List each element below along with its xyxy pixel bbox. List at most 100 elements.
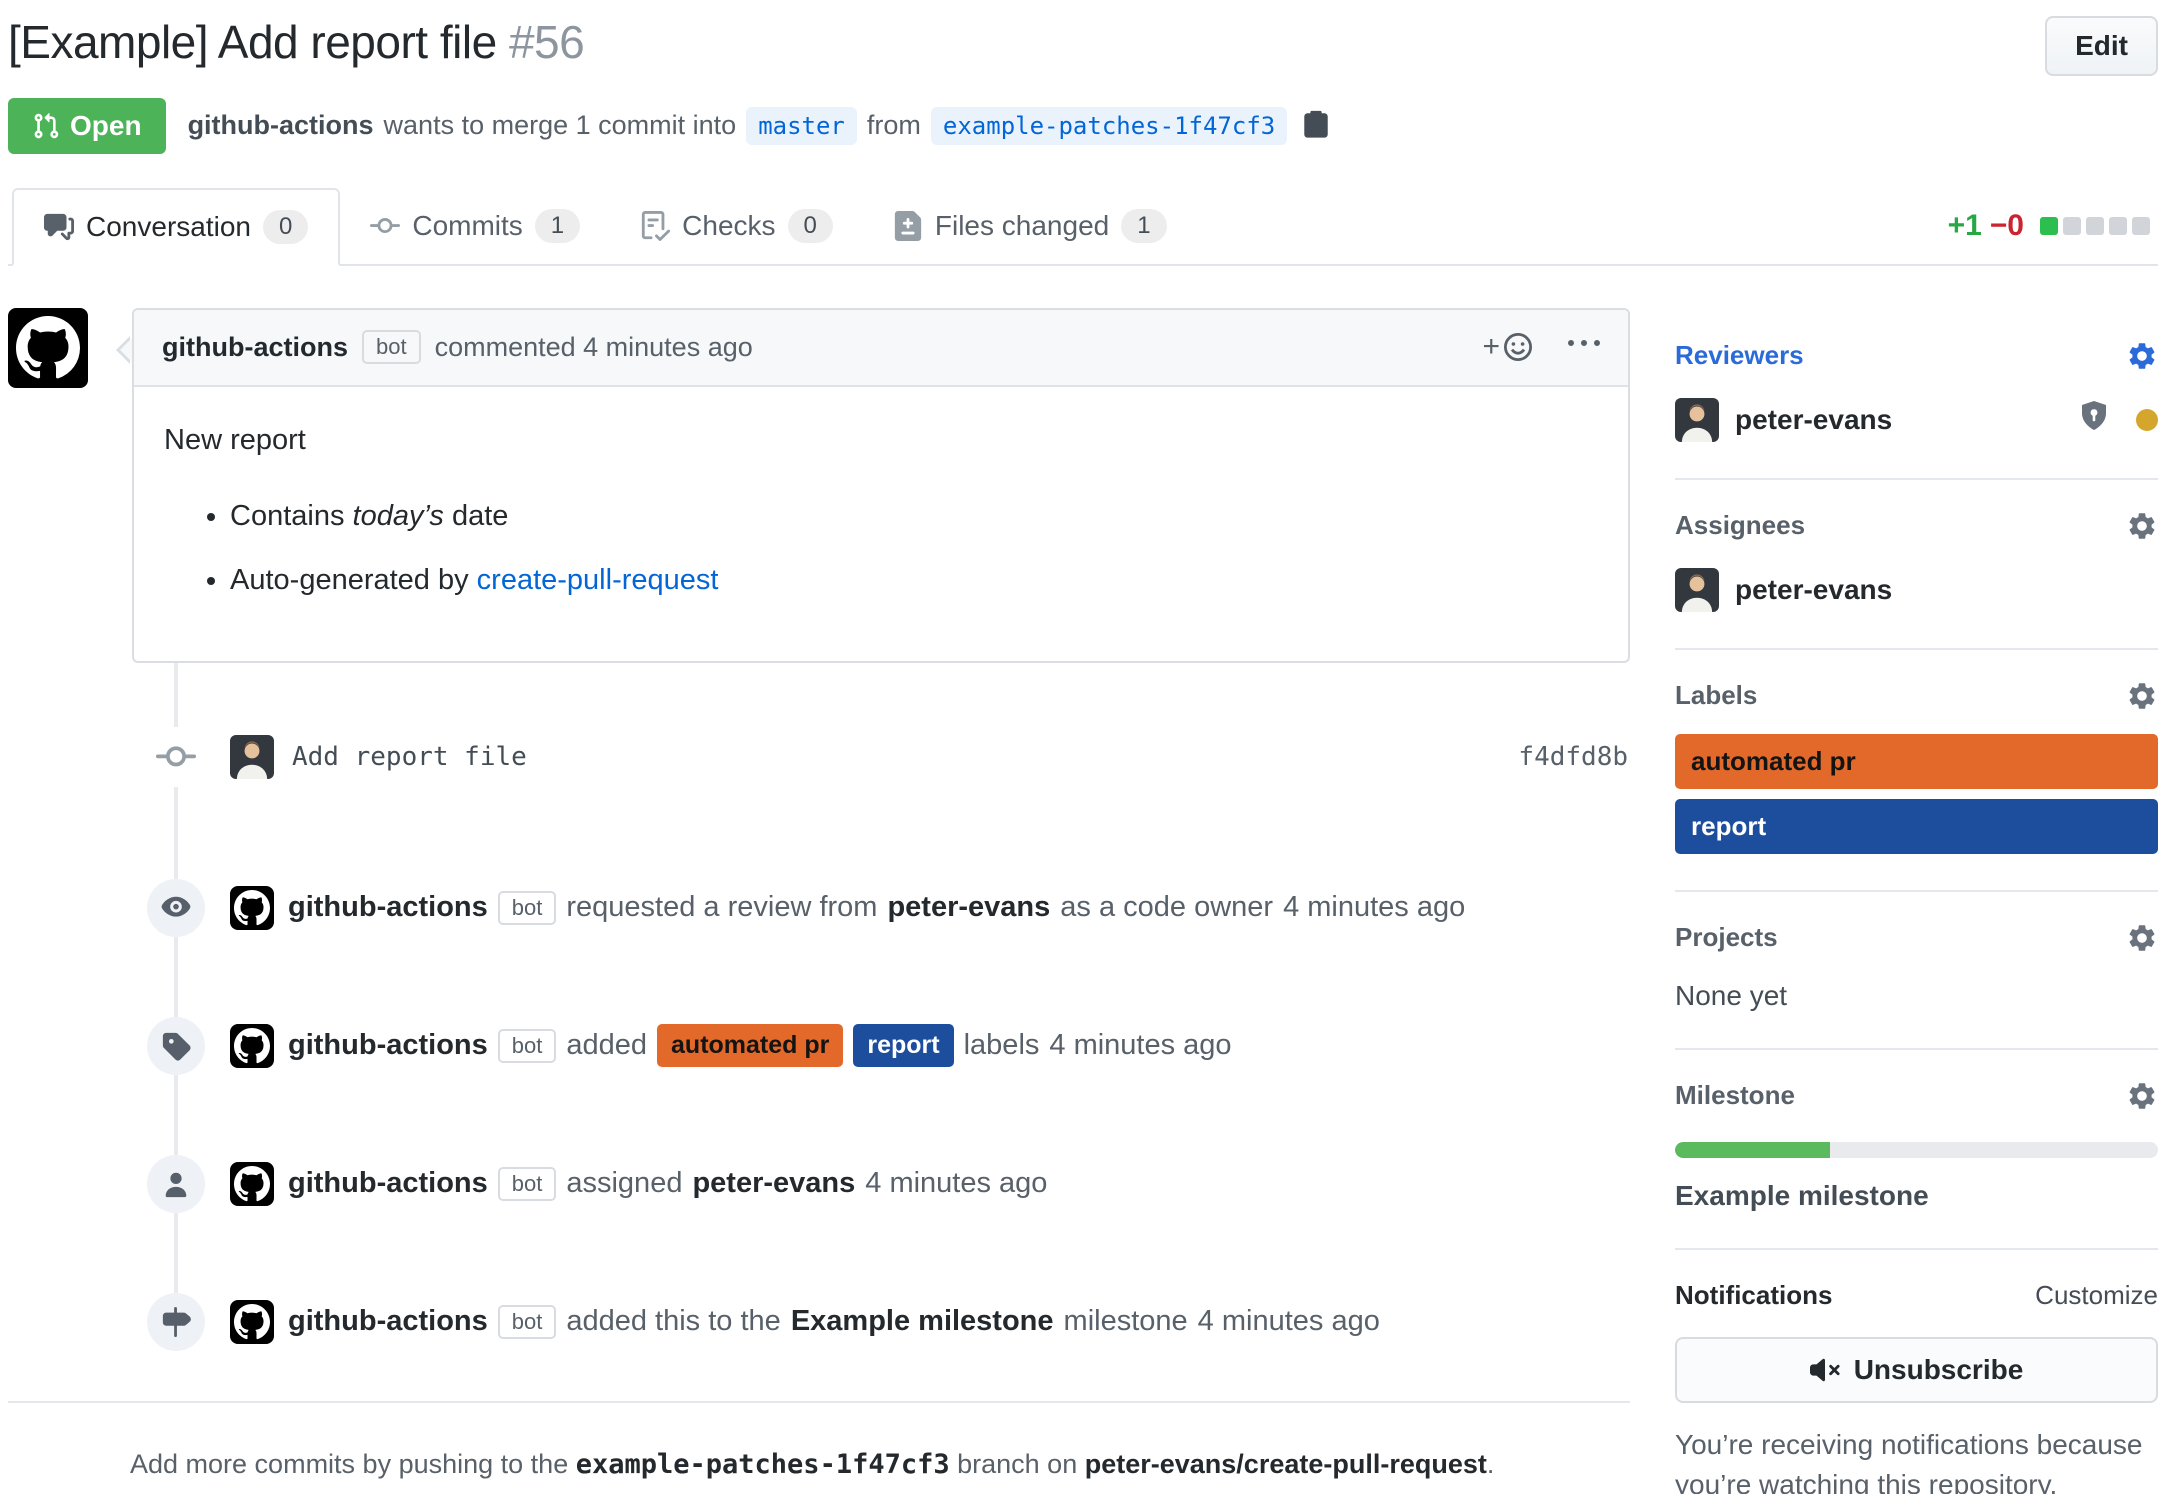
tab-count: 1 — [535, 209, 580, 243]
gear-icon[interactable] — [2126, 680, 2158, 712]
page-title: [Example] Add report file #56 — [8, 14, 1988, 72]
gear-icon[interactable] — [2126, 1080, 2158, 1112]
push-text: branch on — [957, 1449, 1077, 1479]
event-actor[interactable]: github-actions — [288, 1167, 488, 1200]
avatar-peter-evans[interactable] — [230, 735, 274, 779]
commit-sha[interactable]: f4dfd8b — [1518, 742, 1628, 772]
avatar-peter-evans[interactable] — [1675, 398, 1719, 442]
timeline: Add report file f4dfd8b github-actions b… — [8, 663, 1630, 1351]
event-milestoned: github-actions bot added this to the Exa… — [8, 1293, 1630, 1351]
file-diff-icon — [893, 211, 923, 241]
state-label: Open — [70, 110, 142, 142]
event-verb: assigned — [566, 1167, 682, 1200]
tag-icon — [147, 1017, 205, 1075]
issue-comment: github-actions bot commented 4 minutes a… — [8, 308, 1630, 663]
tab-count: 0 — [263, 210, 308, 244]
avatar-github-actions[interactable] — [230, 886, 274, 930]
comment-header: github-actions bot commented 4 minutes a… — [134, 310, 1628, 387]
gear-icon[interactable] — [2126, 340, 2158, 372]
push-repo-name: peter-evans/create-pull-request — [1085, 1449, 1487, 1479]
label-report[interactable]: report — [1675, 799, 2158, 854]
reviewer-name[interactable]: peter-evans — [1735, 404, 1892, 436]
section-title: Notifications — [1675, 1280, 1832, 1311]
section-title: Projects — [1675, 922, 1778, 953]
create-pull-request-link[interactable]: create-pull-request — [477, 564, 719, 596]
event-time[interactable]: 4 minutes ago — [1283, 891, 1465, 924]
event-time[interactable]: 4 minutes ago — [865, 1167, 1047, 1200]
assignees-heading[interactable]: Assignees — [1675, 510, 2158, 542]
avatar-github-actions[interactable] — [8, 308, 88, 388]
shield-lock-icon — [2078, 398, 2110, 441]
event-time[interactable]: 4 minutes ago — [1049, 1029, 1231, 1062]
event-target-user[interactable]: peter-evans — [692, 1167, 855, 1200]
assignee-row: peter-evans — [1675, 568, 2158, 612]
tab-conversation[interactable]: Conversation 0 — [12, 188, 340, 266]
event-target-user[interactable]: peter-evans — [887, 891, 1050, 924]
tab-bar: Conversation 0 Commits 1 Checks 0 Files … — [8, 188, 2158, 266]
tab-files-changed[interactable]: Files changed 1 — [863, 189, 1197, 263]
eye-icon — [147, 879, 205, 937]
commit-message[interactable]: Add report file — [292, 742, 527, 772]
avatar-github-actions[interactable] — [230, 1162, 274, 1206]
git-commit-icon — [156, 727, 196, 787]
comment-body: New report Contains today’s date Auto-ge… — [134, 387, 1628, 661]
copy-branch-icon[interactable] — [1297, 105, 1331, 146]
comment-bullet-2: Auto-generated by create-pull-request — [230, 559, 1598, 601]
projects-heading[interactable]: Projects — [1675, 922, 2158, 954]
unsubscribe-button[interactable]: Unsubscribe — [1675, 1337, 2158, 1403]
milestone-progress-fill — [1675, 1142, 1830, 1158]
event-text: github-actions bot assigned peter-evans … — [288, 1167, 1047, 1201]
event-actor[interactable]: github-actions — [288, 1305, 488, 1338]
comment-author[interactable]: github-actions — [162, 332, 348, 363]
customize-link[interactable]: Customize — [2035, 1280, 2158, 1311]
diff-blocks — [2040, 217, 2150, 235]
bot-badge: bot — [498, 1305, 557, 1339]
labels-heading[interactable]: Labels — [1675, 680, 2158, 712]
assignee-name[interactable]: peter-evans — [1735, 574, 1892, 606]
bot-badge: bot — [498, 1167, 557, 1201]
merge-text-from: from — [867, 110, 921, 141]
label-automated-pr[interactable]: automated pr — [1675, 734, 2158, 789]
label-report[interactable]: report — [853, 1024, 953, 1067]
gear-icon[interactable] — [2126, 510, 2158, 542]
event-time[interactable]: 4 minutes ago — [1198, 1305, 1380, 1338]
avatar-peter-evans[interactable] — [1675, 568, 1719, 612]
bullet-italic-text: today’s — [353, 500, 444, 532]
push-instructions: Add more commits by pushing to the examp… — [8, 1403, 1630, 1480]
event-assigned: github-actions bot assigned peter-evans … — [8, 1155, 1630, 1213]
event-verb: added this to the — [566, 1305, 780, 1338]
edit-button[interactable]: Edit — [2045, 16, 2158, 76]
head-branch-chip[interactable]: example-patches-1f47cf3 — [931, 107, 1287, 145]
comment-bullet-1: Contains today’s date — [230, 495, 1598, 537]
base-branch-chip[interactable]: master — [746, 107, 857, 145]
kebab-menu-button[interactable] — [1568, 328, 1600, 367]
tab-commits[interactable]: Commits 1 — [340, 189, 610, 263]
additions-count: +1 — [1948, 209, 1982, 243]
sidebar: Reviewers peter-evans Assignees — [1675, 266, 2158, 1494]
diff-block-neutral — [2109, 217, 2127, 235]
avatar-github-actions[interactable] — [230, 1300, 274, 1344]
bot-badge: bot — [498, 1029, 557, 1063]
tab-label: Conversation — [86, 211, 251, 243]
pr-title-text: [Example] Add report file — [8, 16, 497, 68]
pull-request-page: [Example] Add report file #56 Edit Open … — [0, 0, 2172, 1494]
label-automated-pr[interactable]: automated pr — [657, 1024, 843, 1067]
avatar-github-actions[interactable] — [230, 1024, 274, 1068]
git-commit-icon — [370, 211, 400, 241]
tab-checks[interactable]: Checks 0 — [610, 189, 863, 263]
event-milestone-name[interactable]: Example milestone — [791, 1305, 1054, 1338]
merge-summary: github-actions wants to merge 1 commit i… — [188, 105, 1332, 146]
milestone-name[interactable]: Example milestone — [1675, 1180, 2158, 1212]
event-verb: requested a review from — [566, 891, 877, 924]
event-actor[interactable]: github-actions — [288, 891, 488, 924]
add-reaction-button[interactable]: + — [1482, 330, 1534, 364]
reviewers-heading[interactable]: Reviewers — [1675, 340, 2158, 372]
milestone-heading[interactable]: Milestone — [1675, 1080, 2158, 1112]
event-actor[interactable]: github-actions — [288, 1029, 488, 1062]
pr-author[interactable]: github-actions — [188, 110, 374, 141]
gear-icon[interactable] — [2126, 922, 2158, 954]
section-title: Milestone — [1675, 1080, 1795, 1111]
diff-block-neutral — [2086, 217, 2104, 235]
diff-block-neutral — [2132, 217, 2150, 235]
bullet-text: Auto-generated by — [230, 564, 477, 596]
